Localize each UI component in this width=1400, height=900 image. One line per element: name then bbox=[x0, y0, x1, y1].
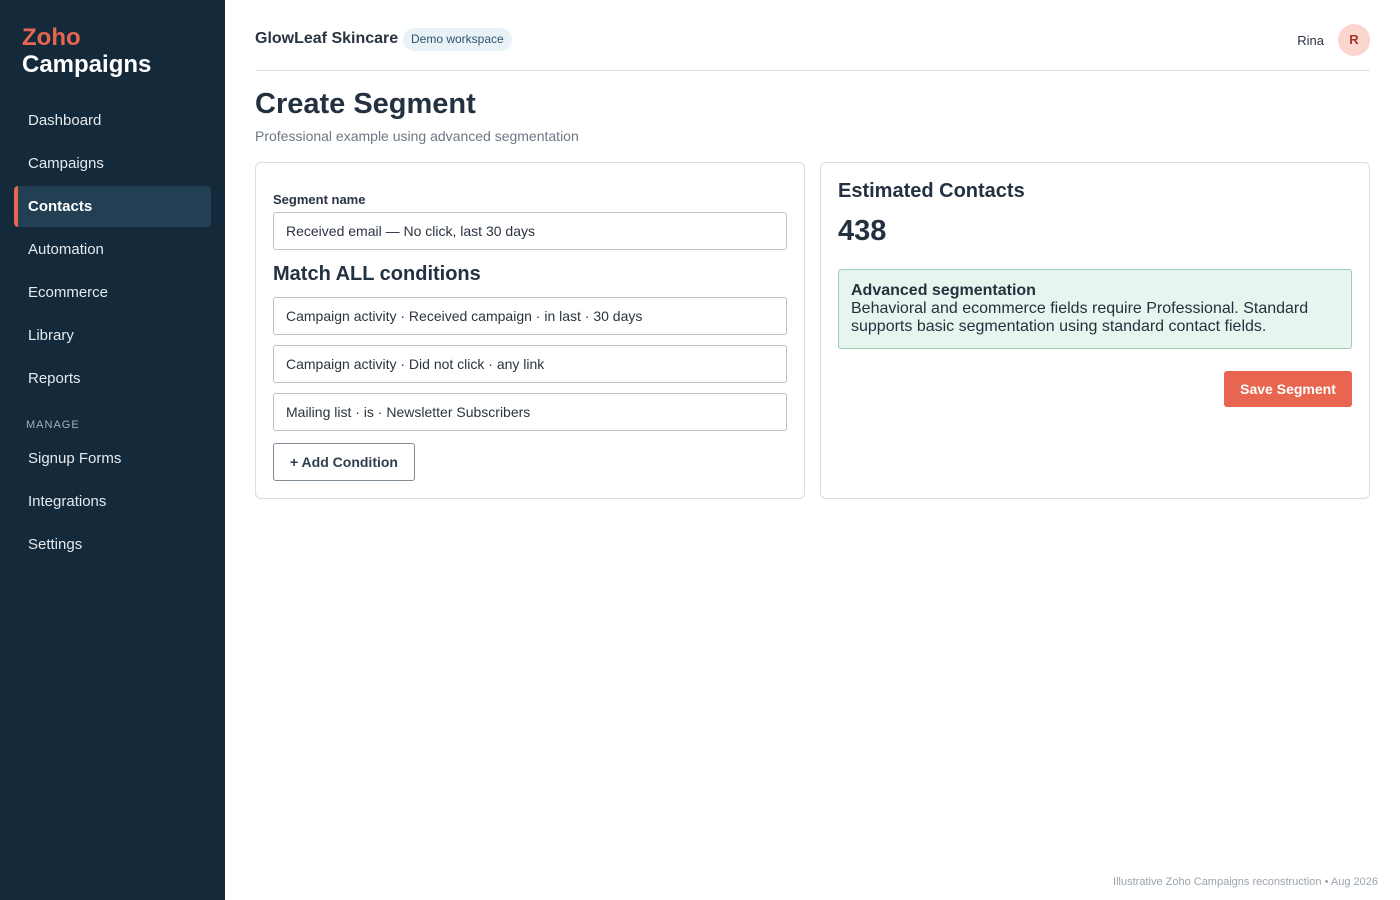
sidebar-item-signup-forms[interactable]: Signup Forms bbox=[14, 438, 211, 479]
segment-builder-card: Segment name Match ALL conditions Campai… bbox=[255, 162, 805, 499]
condition-row[interactable]: Mailing list · is · Newsletter Subscribe… bbox=[273, 393, 787, 431]
segment-name-input[interactable] bbox=[273, 212, 787, 250]
sidebar-item-library[interactable]: Library bbox=[14, 315, 211, 356]
sidebar-item-settings[interactable]: Settings bbox=[14, 524, 211, 565]
save-segment-button[interactable]: Save Segment bbox=[1224, 371, 1352, 407]
brand-logo-line2: Campaigns bbox=[22, 51, 152, 78]
footer-note: Illustrative Zoho Campaigns reconstructi… bbox=[1113, 876, 1378, 888]
condition-row[interactable]: Campaign activity · Received campaign · … bbox=[273, 297, 787, 335]
plan-notice: Advanced segmentation Behavioral and eco… bbox=[838, 269, 1352, 349]
avatar[interactable]: R bbox=[1338, 24, 1370, 56]
estimated-contacts-heading: Estimated Contacts bbox=[838, 180, 1025, 202]
estimate-card: Estimated Contacts 438 Advanced segmenta… bbox=[820, 162, 1370, 499]
condition-row[interactable]: Campaign activity · Did not click · any … bbox=[273, 345, 787, 383]
match-conditions-heading: Match ALL conditions bbox=[273, 263, 481, 285]
sidebar: Zoho Campaigns Dashboard Campaigns Conta… bbox=[0, 0, 225, 900]
sidebar-item-reports[interactable]: Reports bbox=[14, 358, 211, 399]
sidebar-item-dashboard[interactable]: Dashboard bbox=[14, 100, 211, 141]
sidebar-item-ecommerce[interactable]: Ecommerce bbox=[14, 272, 211, 313]
user-name[interactable]: Rina bbox=[1297, 33, 1324, 48]
top-bar: GlowLeaf Skincare Demo workspace Rina R bbox=[255, 24, 1370, 71]
segment-name-label: Segment name bbox=[273, 192, 366, 207]
page-title: Create Segment bbox=[255, 88, 476, 120]
page-subtitle: Professional example using advanced segm… bbox=[255, 128, 579, 144]
sidebar-item-campaigns[interactable]: Campaigns bbox=[14, 143, 211, 184]
brand-logo-line1: Zoho bbox=[22, 24, 81, 51]
brand-logo[interactable]: Zoho Campaigns bbox=[22, 24, 151, 78]
plan-notice-title: Advanced segmentation bbox=[851, 282, 1036, 299]
plan-notice-body: Behavioral and ecommerce fields require … bbox=[851, 300, 1309, 335]
workspace-badge: Demo workspace bbox=[403, 28, 512, 51]
sidebar-item-integrations[interactable]: Integrations bbox=[14, 481, 211, 522]
org-name: GlowLeaf Skincare bbox=[255, 30, 399, 47]
sidebar-item-automation[interactable]: Automation bbox=[14, 229, 211, 270]
sidebar-item-contacts[interactable]: Contacts bbox=[14, 186, 211, 227]
add-condition-button[interactable]: + Add Condition bbox=[273, 443, 415, 481]
sidebar-section-label: MANAGE bbox=[26, 419, 80, 431]
estimated-contacts-count: 438 bbox=[838, 215, 887, 247]
